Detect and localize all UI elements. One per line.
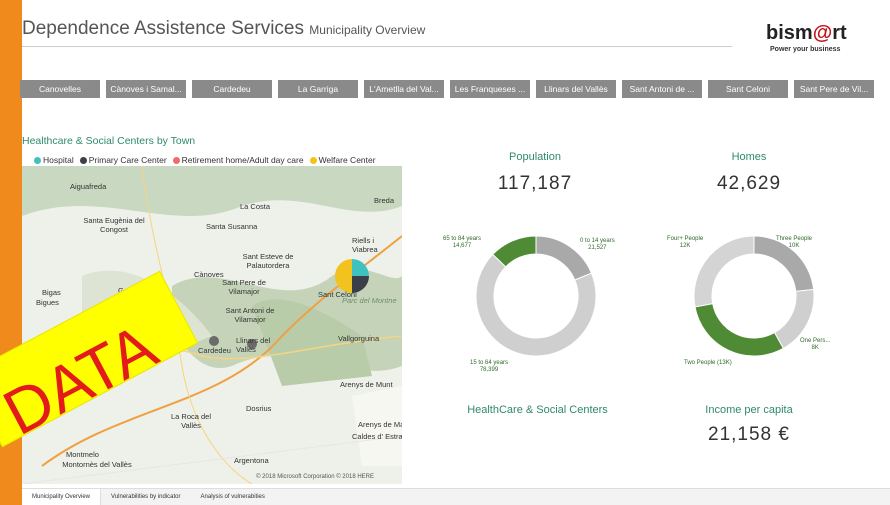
population-donut[interactable] [472, 232, 600, 360]
map-label: Bigues [36, 298, 59, 307]
map-label: Cardedeu [198, 346, 231, 355]
map-label: Arenys de Ma [358, 420, 402, 429]
sant-celoni-pie-marker[interactable] [335, 259, 369, 293]
report-page-tab[interactable]: Analysis of vulnerabities [191, 489, 275, 505]
legend-item[interactable]: Hospital [34, 155, 74, 165]
map-label: Arenys de Munt [340, 380, 393, 389]
map-label: Riells i Viabrea [352, 236, 378, 254]
map-label: Sant Esteve de Palautordera [242, 252, 294, 270]
brand-logo: bism@rt [766, 22, 847, 44]
page-title: Dependence Assistence Services Municipal… [22, 18, 425, 40]
title-divider [22, 46, 732, 47]
legend-label: Primary Care Center [88, 155, 167, 165]
legend-dot-icon [309, 157, 317, 165]
legend-label: Welfare Center [318, 155, 376, 165]
map-label: Llinars del Vallès [236, 336, 271, 354]
map-label: Aiguafreda [70, 182, 107, 191]
map-label: La Roca del Vallès [170, 412, 212, 430]
map-copyright: © 2018 Microsoft Corporation © 2018 HERE [256, 474, 374, 480]
homes-label-one: One Pers... 8K [800, 338, 831, 351]
town-tab[interactable]: Cànoves i Samal... [106, 80, 186, 98]
centers-title: HealthCare & Social Centers [467, 404, 608, 416]
homes-title: Homes [731, 151, 767, 163]
population-label-65-84: 65 to 84 years 14,677 [443, 236, 482, 249]
map-label: Argentona [234, 456, 269, 465]
income-value: 21,158 € [708, 424, 790, 445]
town-tab[interactable]: Canovelles [20, 80, 100, 98]
page-tabs: Municipality Overview Vulnerabilities by … [22, 488, 890, 505]
report-page-tab[interactable]: Municipality Overview [22, 489, 102, 505]
map-label: Vallgorguina [338, 334, 380, 343]
homes-value: 42,629 [716, 173, 782, 194]
legend-dot-icon [172, 157, 180, 165]
map-label: Sant Antoni de Vilamajor [225, 306, 275, 324]
population-title: Population [509, 151, 561, 163]
map-label: Dosrius [246, 404, 272, 413]
legend-label: Hospital [43, 155, 74, 165]
town-tab[interactable]: Llinars del Vallès [536, 80, 616, 98]
town-tab[interactable]: Sant Antoni de ... [622, 80, 702, 98]
homes-label-four: Four+ People 12K [667, 236, 704, 249]
town-slicer: Canovelles Cànoves i Samal... Cardedeu La G… [20, 80, 874, 98]
homes-label-three: Three People 10K [776, 236, 813, 249]
population-label-15-64: 15 to 64 years 78,399 [470, 360, 509, 373]
population-value: 117,187 [497, 173, 573, 194]
legend-item[interactable]: Retirement home/Adult day care [172, 155, 304, 165]
map-legend: Hospital Primary Care Center Retirement ho… [34, 155, 376, 165]
map-label: Sant Pere de Vilamajor [222, 278, 266, 296]
brand-tagline: Power your business [770, 46, 841, 53]
report-page-tab[interactable]: Vulnerabilities by indicator [101, 489, 190, 505]
map-label: Santa Eugènia del Congost [83, 216, 145, 234]
map-label: Bigas [42, 288, 61, 297]
legend-item[interactable]: Welfare Center [309, 155, 376, 165]
town-tab[interactable]: Sant Pere de Vil... [794, 80, 874, 98]
town-tab[interactable]: Sant Celoni [708, 80, 788, 98]
map-label: Santa Susanna [206, 222, 258, 231]
town-tab[interactable]: Cardedeu [192, 80, 272, 98]
town-tab[interactable]: La Garriga [278, 80, 358, 98]
legend-dot-icon [79, 157, 87, 165]
title-text: Dependence Assistence Services [22, 18, 304, 39]
map-label: La Costa [240, 202, 271, 211]
map-label: Montornès del Vallès [62, 460, 132, 469]
income-title: Income per capita [705, 404, 793, 416]
town-tab[interactable]: L'Ametlla del Val... [364, 80, 444, 98]
map-label: Parc del Montne [342, 296, 397, 305]
map-label: Breda [374, 196, 395, 205]
town-tab[interactable]: Les Franqueses ... [450, 80, 530, 98]
map-label: Montmelo [66, 450, 99, 459]
page-subtitle: Municipality Overview [309, 23, 426, 37]
map-title: Healthcare & Social Centers by Town [22, 135, 196, 147]
homes-donut[interactable] [690, 232, 818, 360]
donut-slice[interactable] [694, 303, 785, 357]
legend-label: Retirement home/Adult day care [181, 155, 304, 165]
legend-dot-icon [34, 157, 41, 165]
population-label-0-14: 0 to 14 years 21,527 [580, 238, 615, 251]
legend-item[interactable]: Primary Care Center [79, 155, 167, 165]
map-label: Caldes d' Estrac [352, 432, 402, 441]
homes-label-two: Two People (13K) [684, 360, 732, 366]
